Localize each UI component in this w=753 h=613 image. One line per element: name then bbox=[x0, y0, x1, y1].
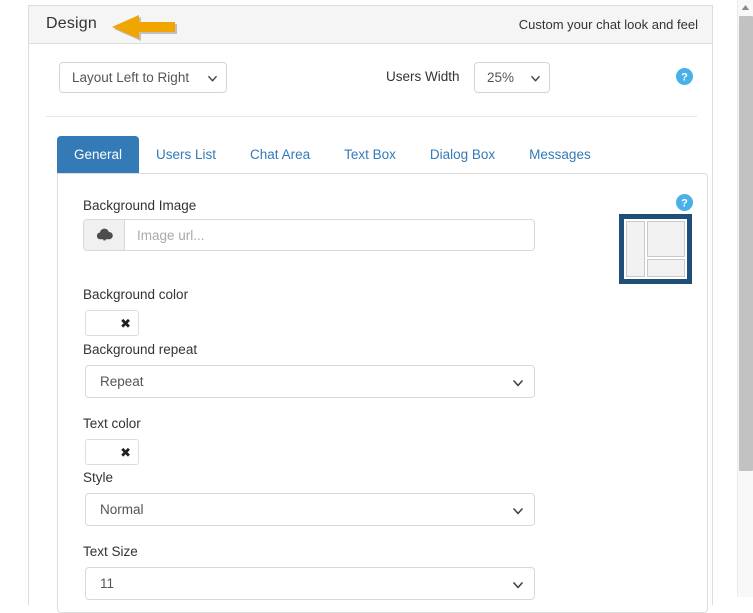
background-repeat-label: Background repeat bbox=[83, 342, 197, 357]
background-color-label: Background color bbox=[83, 287, 188, 302]
chevron-down-icon bbox=[513, 580, 523, 590]
layout-direction-select[interactable]: Layout Left to Right bbox=[59, 62, 227, 93]
svg-text:?: ? bbox=[681, 72, 688, 84]
tab-general[interactable]: General bbox=[57, 136, 139, 174]
clear-color-icon[interactable]: ✖ bbox=[120, 444, 131, 461]
chevron-down-icon bbox=[531, 74, 540, 83]
left-arrow-annotation-icon bbox=[107, 11, 179, 41]
text-size-select[interactable]: 11 bbox=[85, 567, 535, 600]
scrollbar-thumb[interactable] bbox=[739, 16, 753, 471]
style-select[interactable]: Normal bbox=[85, 493, 535, 526]
panel-subtitle: Custom your chat look and feel bbox=[519, 17, 698, 32]
page-scrollbar[interactable] bbox=[737, 0, 753, 597]
layout-direction-value: Layout Left to Right bbox=[72, 70, 189, 85]
page-title: Design bbox=[46, 15, 97, 33]
help-circle-icon[interactable]: ? bbox=[676, 194, 693, 211]
tab-messages[interactable]: Messages bbox=[512, 136, 608, 174]
preview-text-box-region bbox=[647, 259, 685, 277]
tab-users-list[interactable]: Users List bbox=[139, 136, 233, 174]
clear-color-icon[interactable]: ✖ bbox=[120, 315, 131, 332]
preview-users-list-region bbox=[626, 221, 645, 277]
general-tab-panel: Background Image ? Background bbox=[57, 173, 708, 613]
panel-header: Design Custom your chat look and feel bbox=[29, 6, 712, 44]
preview-right-region bbox=[647, 221, 685, 277]
style-label: Style bbox=[83, 470, 113, 485]
preview-chat-area-region bbox=[647, 221, 685, 257]
users-width-value: 25% bbox=[487, 70, 514, 85]
background-image-url-input[interactable] bbox=[125, 220, 534, 250]
background-image-input-group[interactable] bbox=[83, 219, 535, 251]
text-color-swatch[interactable]: ✖ bbox=[85, 439, 139, 465]
cloud-upload-icon[interactable] bbox=[84, 220, 125, 250]
style-value: Normal bbox=[100, 502, 144, 517]
header-divider bbox=[46, 116, 697, 117]
tab-chat-area[interactable]: Chat Area bbox=[233, 136, 327, 174]
background-color-swatch[interactable]: ✖ bbox=[85, 310, 139, 336]
design-panel: Design Custom your chat look and feel La… bbox=[28, 5, 713, 605]
background-repeat-value: Repeat bbox=[100, 374, 144, 389]
scroll-up-arrow-icon[interactable] bbox=[738, 0, 753, 15]
help-circle-icon[interactable]: ? bbox=[676, 68, 693, 85]
users-width-select[interactable]: 25% bbox=[474, 62, 550, 93]
chevron-down-icon bbox=[208, 74, 217, 83]
text-size-label: Text Size bbox=[83, 544, 138, 559]
design-tabs: General Users List Chat Area Text Box Di… bbox=[57, 136, 608, 174]
tab-text-box[interactable]: Text Box bbox=[327, 136, 413, 174]
users-width-label: Users Width bbox=[386, 69, 460, 84]
text-size-value: 11 bbox=[100, 576, 114, 591]
background-image-label: Background Image bbox=[83, 198, 196, 213]
text-color-label: Text color bbox=[83, 416, 141, 431]
background-repeat-select[interactable]: Repeat bbox=[85, 365, 535, 398]
tab-dialog-box[interactable]: Dialog Box bbox=[413, 136, 512, 174]
svg-text:?: ? bbox=[681, 198, 688, 210]
chevron-down-icon bbox=[513, 506, 523, 516]
chevron-down-icon bbox=[513, 378, 523, 388]
layout-preview-thumbnail bbox=[619, 214, 692, 284]
